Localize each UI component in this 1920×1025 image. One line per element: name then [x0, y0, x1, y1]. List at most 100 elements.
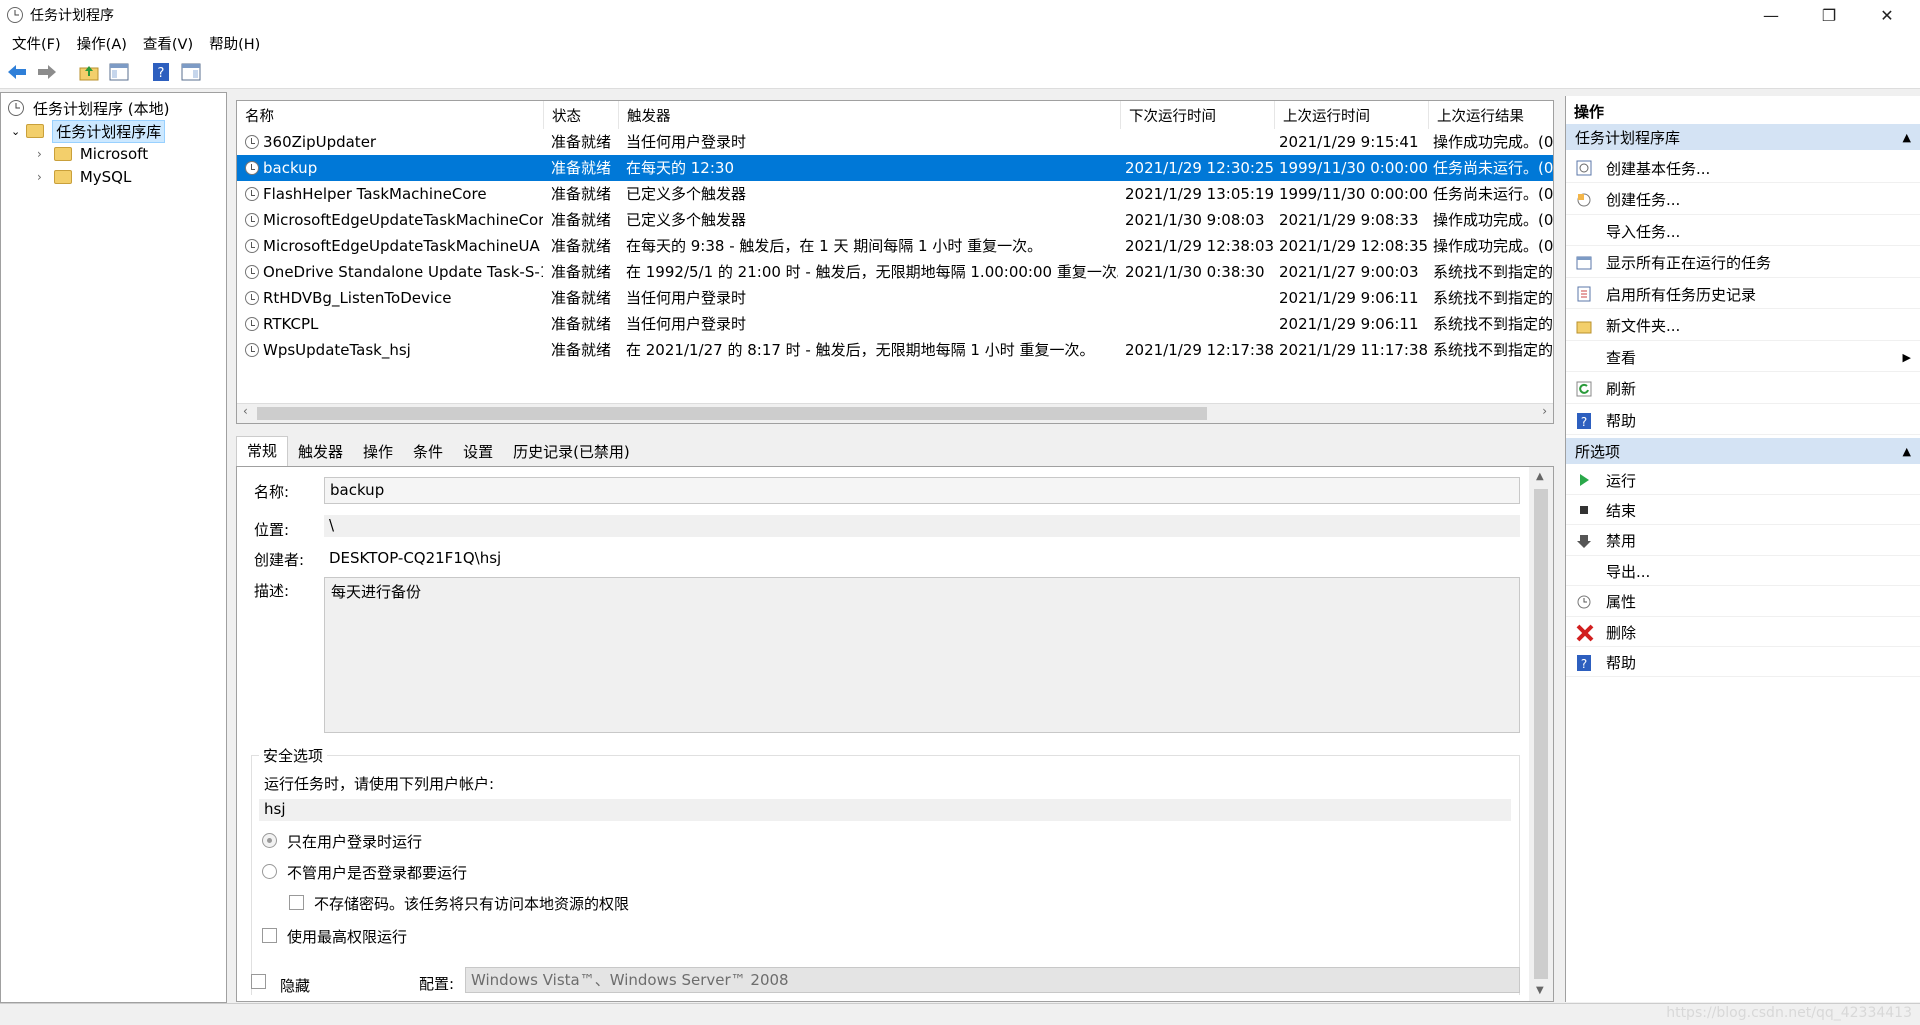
table-row[interactable]: OneDrive Standalone Update Task-S-1... 准备… — [237, 259, 1553, 285]
create-basic-task-icon — [1576, 160, 1592, 176]
actions-title: 操作 — [1574, 103, 1605, 121]
checkbox-hidden[interactable] — [251, 974, 266, 989]
checkbox-no-password[interactable] — [289, 895, 304, 910]
tree-item-mysql[interactable]: › MySQL — [37, 166, 131, 188]
cell-result: 操作成功完成。(0 — [1433, 211, 1553, 229]
horizontal-scrollbar[interactable]: ‹ › — [237, 403, 1553, 423]
table-row[interactable]: FlashHelper TaskMachineCore 准备就绪 已定义多个触发器 2… — [237, 181, 1553, 207]
action-enable-history[interactable]: 启用所有任务历史记录 — [1566, 280, 1920, 309]
tab-history[interactable]: 历史记录(已禁用) — [503, 438, 640, 466]
table-row[interactable]: backup 准备就绪 在每天的 12:30 2021/1/29 12:30:25 19… — [237, 155, 1553, 181]
section-selected[interactable]: 所选项 ▲ — [1566, 438, 1920, 464]
action-label: 查看 — [1606, 348, 1637, 367]
scroll-thumb[interactable] — [1534, 489, 1548, 979]
action-new-folder[interactable]: 新文件夹... — [1566, 312, 1920, 341]
chevron-down-icon[interactable]: ⌄ — [11, 125, 20, 138]
action-export[interactable]: 导出... — [1566, 557, 1920, 587]
action-label: 结束 — [1606, 501, 1637, 520]
window-title: 任务计划程序 — [30, 8, 114, 24]
section-library[interactable]: 任务计划程序库 ▲ — [1566, 124, 1920, 150]
menu-action[interactable]: 操作(A) — [69, 33, 135, 54]
action-run[interactable]: 运行 — [1566, 466, 1920, 495]
forward-button[interactable] — [35, 60, 59, 84]
action-refresh[interactable]: 刷新 — [1566, 375, 1920, 404]
folder-up-icon — [79, 66, 99, 81]
cell-name: RtHDVBg_ListenToDevice — [263, 289, 452, 307]
column-header-last-result[interactable]: 上次运行结果 — [1429, 101, 1553, 129]
cell-status: 准备就绪 — [551, 211, 612, 229]
menu-file[interactable]: 文件(F) — [4, 33, 69, 54]
table-row[interactable]: RtHDVBg_ListenToDevice 准备就绪 当任何用户登录时 2021/1… — [237, 285, 1553, 311]
cell-last: 2021/1/29 9:06:11 — [1279, 289, 1419, 307]
chevron-right-icon[interactable]: › — [37, 170, 42, 184]
action-create-basic-task[interactable]: 创建基本任务... — [1566, 154, 1920, 183]
cell-last: 1999/11/30 0:00:00 — [1279, 185, 1429, 203]
cell-status: 准备就绪 — [551, 315, 612, 333]
scroll-right-icon[interactable]: › — [1542, 404, 1547, 418]
column-header-status[interactable]: 状态 — [544, 101, 619, 129]
tab-conditions[interactable]: 条件 — [403, 438, 453, 466]
restore-button[interactable]: ❐ — [1800, 0, 1858, 30]
tab-settings[interactable]: 设置 — [453, 438, 503, 466]
cell-next — [1125, 311, 1275, 337]
radio-whether-logged-on[interactable] — [262, 864, 277, 879]
action-display-running-tasks[interactable]: 显示所有正在运行的任务 — [1566, 249, 1920, 278]
clock-icon — [8, 100, 24, 116]
action-delete[interactable]: 删除 — [1566, 618, 1920, 647]
description-label: 描述: — [254, 582, 290, 600]
tab-general[interactable]: 常规 — [236, 436, 289, 466]
vertical-scrollbar[interactable]: ▲ ▼ — [1529, 467, 1553, 1001]
checkbox-highest-privileges[interactable] — [262, 928, 277, 943]
action-create-task[interactable]: 创建任务... — [1566, 186, 1920, 215]
column-header-trigger[interactable]: 触发器 — [619, 101, 1121, 129]
scroll-up-icon[interactable]: ▲ — [1536, 471, 1544, 482]
help-button[interactable]: ? — [149, 60, 173, 84]
name-field[interactable]: backup — [324, 477, 1520, 504]
show-hide-tree-button[interactable] — [107, 60, 131, 84]
action-disable[interactable]: 禁用 — [1566, 527, 1920, 556]
tab-actions[interactable]: 操作 — [353, 438, 403, 466]
configure-for-select[interactable]: Windows Vista™、Windows Server™ 2008 — [465, 967, 1520, 993]
table-row[interactable]: MicrosoftEdgeUpdateTaskMachineCore 准备就绪 已定… — [237, 207, 1553, 233]
action-end[interactable]: 结束 — [1566, 496, 1920, 526]
scroll-down-icon[interactable]: ▼ — [1536, 985, 1544, 996]
action-label: 创建基本任务... — [1606, 159, 1711, 178]
tree-library[interactable]: ⌄ 任务计划程序库 — [11, 119, 166, 143]
radio-logged-on[interactable] — [262, 833, 277, 848]
action-help[interactable]: ? 帮助 — [1566, 648, 1920, 678]
close-button[interactable]: ✕ — [1858, 0, 1916, 30]
description-field[interactable]: 每天进行备份 — [324, 577, 1520, 733]
minimize-button[interactable]: — — [1742, 0, 1800, 30]
action-properties[interactable]: 属性 — [1566, 588, 1920, 617]
detail-tabs: 常规 触发器 操作 条件 设置 历史记录(已禁用) — [236, 436, 1554, 466]
task-clock-icon — [245, 343, 259, 357]
scroll-left-icon[interactable]: ‹ — [243, 404, 248, 418]
menu-help[interactable]: 帮助(H) — [201, 33, 268, 54]
scroll-thumb[interactable] — [257, 407, 1207, 420]
action-import-task[interactable]: 导入任务... — [1566, 217, 1920, 246]
table-row[interactable]: WpsUpdateTask_hsj 准备就绪在 2021/1/27 的 8:17 … — [237, 337, 1553, 363]
cell-name: WpsUpdateTask_hsj — [263, 341, 411, 359]
up-folder-button[interactable] — [77, 60, 101, 84]
table-row[interactable]: RTKCPL 准备就绪 当任何用户登录时 2021/1/29 9:06:11 系统找不到… — [237, 311, 1553, 337]
action-help[interactable]: ? 帮助 — [1566, 406, 1920, 435]
show-action-pane-button[interactable] — [179, 60, 203, 84]
console-tree: 任务计划程序 (本地) ⌄ 任务计划程序库 › Microsoft › MySQ… — [0, 92, 227, 1003]
tab-triggers[interactable]: 触发器 — [288, 438, 353, 466]
user-account-field[interactable]: hsj — [259, 799, 1511, 821]
cell-trigger: 在每天的 9:38 - 触发后，在 1 天 期间每隔 1 小时 重复一次。 — [626, 237, 1043, 255]
collapse-icon[interactable]: ▲ — [1903, 131, 1911, 144]
column-header-name[interactable]: 名称 — [237, 101, 544, 129]
tree-root[interactable]: 任务计划程序 (本地) — [7, 97, 169, 119]
collapse-icon[interactable]: ▲ — [1903, 445, 1911, 458]
table-row[interactable]: MicrosoftEdgeUpdateTaskMachineUA 准备就绪 在每天的… — [237, 233, 1553, 259]
tree-item-microsoft[interactable]: › Microsoft — [37, 143, 148, 165]
checkbox-highest-label: 使用最高权限运行 — [287, 928, 408, 946]
action-view[interactable]: 查看 ▶ — [1566, 343, 1920, 372]
column-header-next-run[interactable]: 下次运行时间 — [1121, 101, 1275, 129]
column-header-last-run[interactable]: 上次运行时间 — [1275, 101, 1429, 129]
back-button[interactable] — [5, 60, 29, 84]
chevron-right-icon[interactable]: › — [37, 147, 42, 161]
menu-view[interactable]: 查看(V) — [135, 33, 201, 54]
table-row[interactable]: 360ZipUpdater 准备就绪 当任何用户登录时 2021/1/29 9:15:… — [237, 129, 1553, 155]
